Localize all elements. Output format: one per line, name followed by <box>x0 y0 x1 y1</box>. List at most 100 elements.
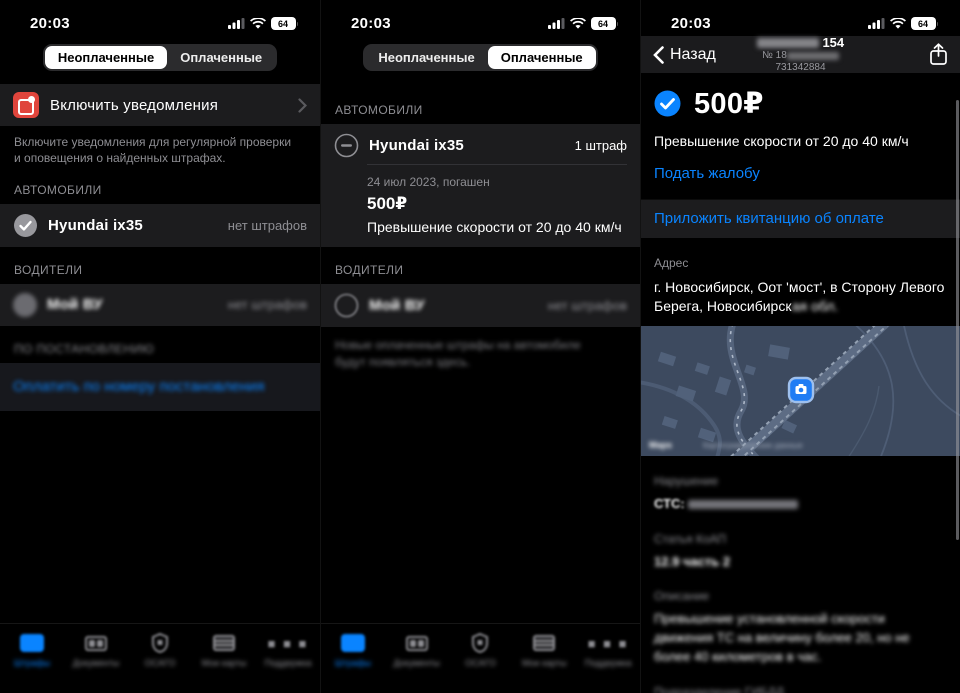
address-label: Адрес <box>641 238 960 270</box>
car-status: нет штрафов <box>228 218 307 233</box>
driver-row[interactable]: Мой ВУ нет штрафов <box>0 284 320 326</box>
fines-filter: Неоплаченные Оплаченные <box>321 36 640 81</box>
tab-support[interactable]: ■ ■ ■ Поддержка <box>576 632 640 693</box>
status-icons: 64 <box>868 17 939 32</box>
clock: 20:03 <box>30 15 70 32</box>
tab-paid[interactable]: Оплаченные <box>488 46 596 69</box>
notifications-caption: Включите уведомления для регулярной пров… <box>0 126 308 167</box>
section-drivers: ВОДИТЕЛИ <box>321 263 640 277</box>
article-value: 12.9 часть 2 <box>641 546 960 572</box>
clock: 20:03 <box>351 15 391 32</box>
screen-fine-detail: 20:03 64 Назад 154 № 18731342884 500₽ Пр… <box>640 0 960 693</box>
car-row[interactable]: Hyundai ix35 1 штраф <box>321 124 640 164</box>
tab-fines[interactable]: Штрафы <box>321 632 385 693</box>
pay-by-resolution-link[interactable]: Оплатить по номеру постановления <box>13 378 265 395</box>
battery-icon: 64 <box>591 17 619 30</box>
tab-osago[interactable]: ОСАГО <box>128 632 192 693</box>
battery-icon: 64 <box>911 17 939 30</box>
wifi-icon <box>250 18 266 29</box>
status-bar: 20:03 64 <box>0 0 320 36</box>
attach-receipt-row[interactable]: Приложить квитанцию об оплате <box>641 199 960 238</box>
back-button[interactable]: Назад <box>653 46 739 64</box>
violation-text: Превышение скорости от 20 до 40 км/ч <box>641 125 960 149</box>
tab-cards[interactable]: Мои карты <box>512 632 576 693</box>
address-value: г. Новосибирск, Оот 'мост', в Сторону Ле… <box>641 270 960 326</box>
share-icon[interactable] <box>929 43 948 66</box>
article-label: Статья КоАП <box>641 514 960 546</box>
screen-unpaid-list: 20:03 64 Неоплаченные Оплаченные Включит… <box>0 0 320 693</box>
map[interactable]: Maps Картографические данные <box>641 326 960 456</box>
clock: 20:03 <box>671 15 711 32</box>
driver-status: нет штрафов <box>228 297 307 312</box>
fines-filter: Неоплаченные Оплаченные <box>0 36 320 81</box>
tab-cards[interactable]: Мои карты <box>192 632 256 693</box>
driver-title: Мой ВУ <box>369 297 538 314</box>
offender-label: Нарушение <box>641 456 960 488</box>
check-circle-icon <box>13 213 38 238</box>
fine-amount: 500₽ <box>694 86 764 121</box>
map-logo: Maps <box>649 440 672 450</box>
tab-documents[interactable]: Документы <box>64 632 128 693</box>
enable-notifications-banner[interactable]: Включить уведомления <box>0 84 320 126</box>
tab-osago[interactable]: ОСАГО <box>449 632 513 693</box>
ellipsis-icon: ■ ■ ■ <box>268 632 309 654</box>
status-bar: 20:03 64 <box>641 0 960 36</box>
tab-support[interactable]: ■ ■ ■ Поддержка <box>256 632 320 693</box>
tab-fines[interactable]: Штрафы <box>0 632 64 693</box>
driver-avatar <box>13 293 37 317</box>
screen-paid-list: 20:03 64 Неоплаченные Оплаченные АВТОМОБ… <box>320 0 640 693</box>
nav-title: 154 № 18731342884 <box>739 36 862 74</box>
description-label: Описание <box>641 571 960 603</box>
pay-by-resolution-row[interactable]: Оплатить по номеру постановления <box>0 363 320 411</box>
notification-app-icon <box>13 92 39 118</box>
collapse-circle-icon <box>334 133 359 158</box>
scrollbar[interactable] <box>956 100 959 540</box>
fines-icon <box>20 632 44 654</box>
battery-percent: 64 <box>591 17 616 30</box>
fine-item[interactable]: 24 июл 2023, погашен 500₽ Превышение ско… <box>321 164 640 247</box>
battery-percent: 64 <box>271 17 296 30</box>
fine-amount-row: 500₽ <box>641 73 960 125</box>
tab-unpaid[interactable]: Неоплаченные <box>45 46 167 69</box>
cellular-signal-icon <box>228 18 245 29</box>
banner-label: Включить уведомления <box>50 97 287 114</box>
chevron-right-icon <box>298 98 307 113</box>
status-bar: 20:03 64 <box>321 0 640 36</box>
cellular-signal-icon <box>548 18 565 29</box>
chevron-left-icon <box>653 46 664 64</box>
driver-row[interactable]: Мой ВУ нет штрафов <box>321 284 640 327</box>
section-drivers: ВОДИТЕЛИ <box>0 263 320 277</box>
masked-title <box>757 38 819 48</box>
battery-icon: 64 <box>271 17 299 30</box>
section-by-resolution: ПО ПОСТАНОВЛЕНИЮ <box>0 342 320 356</box>
car-row[interactable]: Hyundai ix35 нет штрафов <box>0 204 320 247</box>
car-title: Hyundai ix35 <box>369 137 565 154</box>
tab-bar: Штрафы Документы ОСАГО Мои карты ■ ■ ■ П… <box>0 623 320 693</box>
fines-icon <box>341 632 365 654</box>
wifi-icon <box>890 18 906 29</box>
map-canvas <box>641 326 960 456</box>
status-icons: 64 <box>228 17 299 32</box>
paid-footer-note: Новые оплаченные штрафы на автомобиле бу… <box>321 327 619 371</box>
file-complaint-link[interactable]: Подать жалобу <box>654 165 760 182</box>
fine-description: Превышение скорости от 20 до 40 км/ч <box>367 219 627 235</box>
attach-receipt-link[interactable]: Приложить квитанцию об оплате <box>654 210 884 227</box>
masked-number <box>787 52 839 60</box>
segmented-control: Неоплаченные Оплаченные <box>363 44 597 71</box>
car-fines-count: 1 штраф <box>575 138 627 153</box>
shield-icon <box>151 632 169 654</box>
offender-value: СТС: <box>641 488 960 514</box>
description-value: Превышение установленной скорости движен… <box>641 603 953 667</box>
segmented-control: Неоплаченные Оплаченные <box>43 44 277 71</box>
tab-documents[interactable]: Документы <box>385 632 449 693</box>
ellipsis-icon: ■ ■ ■ <box>588 632 629 654</box>
paid-check-icon <box>654 90 681 117</box>
section-cars: АВТОМОБИЛИ <box>0 183 320 197</box>
documents-icon <box>406 632 428 654</box>
camera-marker <box>789 378 813 402</box>
cellular-signal-icon <box>868 18 885 29</box>
map-legal-link[interactable]: Картографические данные <box>703 441 803 450</box>
tab-unpaid[interactable]: Неоплаченные <box>365 46 487 69</box>
tab-paid[interactable]: Оплаченные <box>167 46 275 69</box>
shield-icon <box>471 632 489 654</box>
